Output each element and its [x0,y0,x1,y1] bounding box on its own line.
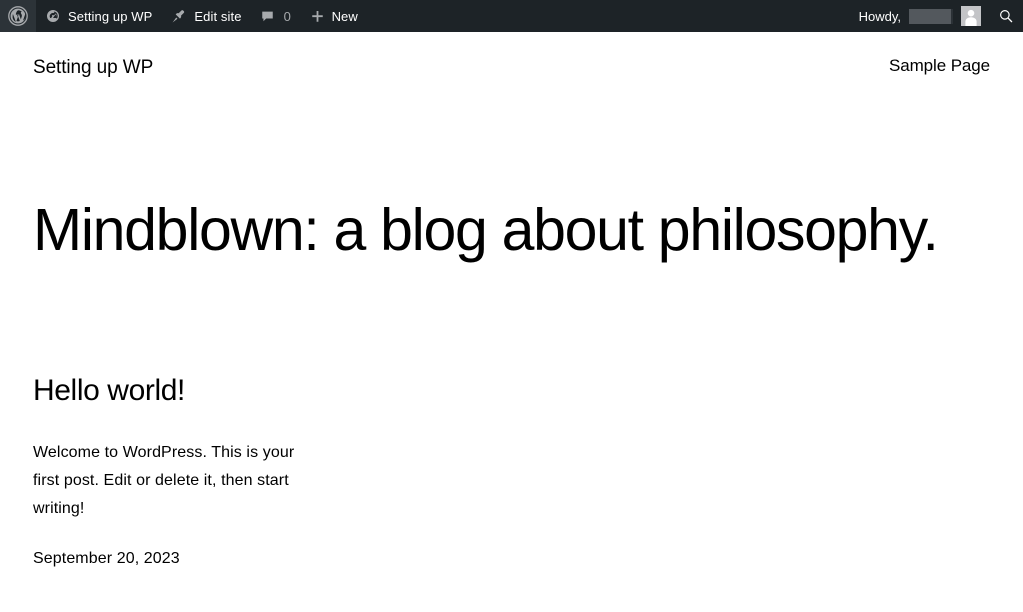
wordpress-logo-button[interactable] [0,0,36,32]
admin-bar-item-site-name[interactable]: Setting up WP [36,0,161,32]
site-title[interactable]: Setting up WP [33,51,153,77]
admin-bar-right-group: Howdy, [849,0,1023,32]
site-header: Setting up WP Sample Page [0,32,1023,95]
pin-edit-site-icon [170,8,187,25]
post-item: Hello world! Welcome to WordPress. This … [33,373,990,567]
admin-bar-search-button[interactable] [989,0,1023,32]
admin-bar-left-group: Setting up WP Edit site 0 New [0,0,367,32]
admin-bar-edit-site-label: Edit site [194,8,242,24]
comment-bubble-icon [260,9,275,24]
post-excerpt: Welcome to WordPress. This is your first… [33,443,295,517]
post-list: Hello world! Welcome to WordPress. This … [33,373,990,567]
post-title[interactable]: Hello world! [33,373,990,409]
admin-bar-item-edit-site[interactable]: Edit site [161,0,250,32]
username-redacted-block [909,8,953,24]
primary-navigation: Sample Page [889,53,990,74]
admin-bar-account-menu[interactable]: Howdy, [849,0,989,32]
wordpress-logo-icon [8,6,28,26]
user-avatar-icon [961,6,981,26]
page-title: Mindblown: a blog about philosophy. [33,197,939,263]
nav-link-sample-page[interactable]: Sample Page [889,57,990,74]
wp-admin-bar: Setting up WP Edit site 0 New Howdy, [0,0,1023,32]
plus-icon [310,9,325,24]
howdy-greeting-label: Howdy, [858,8,901,24]
admin-bar-site-name-label: Setting up WP [68,8,153,24]
dashboard-speedometer-icon [45,8,61,24]
admin-bar-new-label: New [331,8,358,24]
post-date: September 20, 2023 [33,549,180,567]
admin-bar-comment-count: 0 [283,8,291,24]
main-content: Mindblown: a blog about philosophy. Hell… [0,198,1023,567]
search-magnifier-icon [998,8,1014,24]
admin-bar-item-new[interactable]: New [301,0,367,32]
admin-bar-item-comments[interactable]: 0 [251,0,301,32]
